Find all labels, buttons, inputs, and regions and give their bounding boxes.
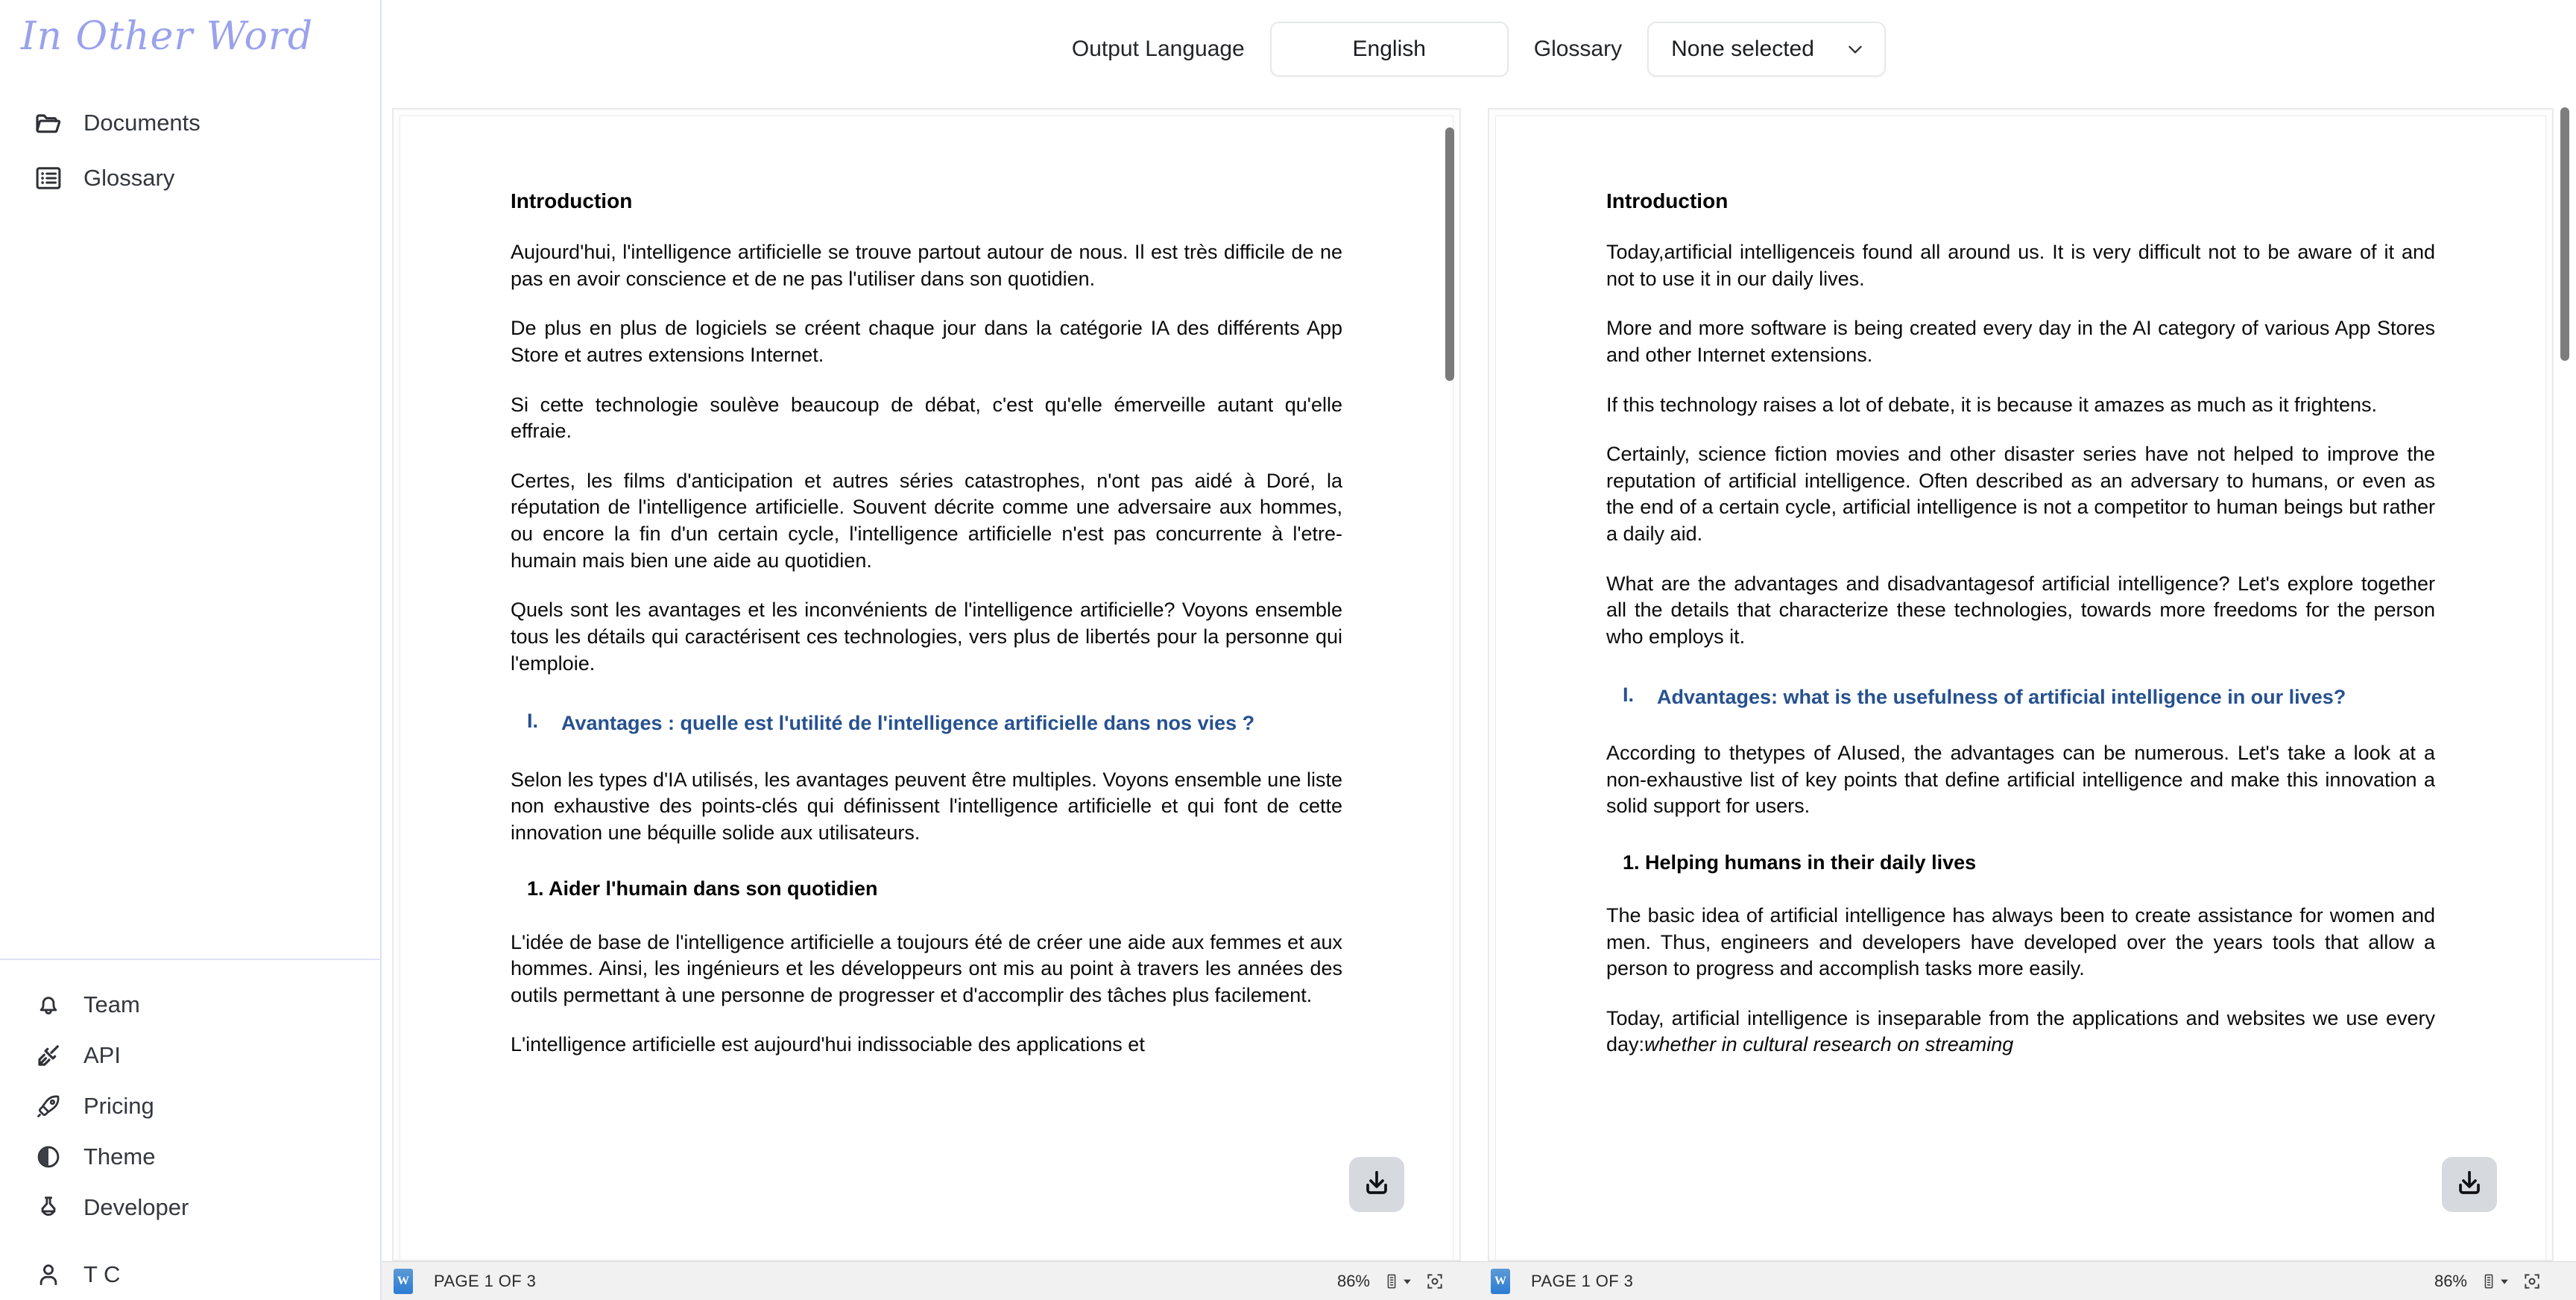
output-language-button[interactable]: English [1270, 22, 1509, 77]
sidebar-item-label: Documents [83, 110, 201, 136]
sidebar-item-label: API [83, 1042, 121, 1069]
target-zoom-level: 86% [2434, 1272, 2467, 1291]
folder-open-icon [33, 107, 64, 139]
main-area: Output Language English Glossary None se… [382, 0, 2576, 1300]
sidebar-item-api[interactable]: API [0, 1030, 380, 1081]
sidebar-item-label: Team [83, 991, 140, 1018]
target-document-page: Introduction Today,artificial intelligen… [1495, 116, 2546, 1261]
list-icon [33, 162, 64, 194]
target-document-pane: Introduction Today,artificial intelligen… [1479, 98, 2576, 1300]
page-view-mode-button[interactable] [2481, 1272, 2509, 1291]
target-status-bar: W PAGE 1 OF 3 86% [1479, 1261, 2576, 1300]
sidebar-item-glossary[interactable]: Glossary [0, 151, 380, 206]
target-document-viewport: Introduction Today,artificial intelligen… [1488, 108, 2554, 1261]
source-doc-paragraph: Si cette technologie soulève beaucoup de… [511, 392, 1342, 445]
target-doc-paragraph: Certainly, science fiction movies and ot… [1606, 441, 2435, 548]
target-doc-last-paragraph: Today, artificial intelligence is insepa… [1606, 1006, 2435, 1058]
download-icon [2455, 1168, 2484, 1202]
sidebar-nav-top: Documents Glossary [0, 95, 380, 206]
brand-logo[interactable]: In Other Word [0, 0, 380, 60]
app-root: In Other Word Documents [0, 0, 2576, 1300]
sidebar-item-label: Pricing [83, 1093, 154, 1120]
section-title: Advantages: what is the usefulness of ar… [1657, 684, 2435, 710]
target-download-button[interactable] [2442, 1157, 2497, 1212]
sidebar-item-label: Glossary [83, 165, 174, 192]
source-doc-paragraph: Aujourd'hui, l'intelligence artificielle… [511, 239, 1342, 292]
fit-page-button[interactable] [1425, 1272, 1445, 1291]
source-doc-paragraph: Quels sont les avantages et les inconvén… [511, 597, 1342, 677]
target-doc-subsection-heading: 1. Helping humans in their daily lives [1623, 850, 2435, 876]
target-doc-heading: Introduction [1606, 188, 2435, 214]
sidebar-nav-bottom: Team API [0, 960, 380, 1300]
document-panes: Introduction Aujourd'hui, l'intelligence… [382, 98, 2576, 1300]
chevron-down-icon [1846, 40, 1865, 59]
sidebar-item-label: Developer [83, 1194, 189, 1221]
glossary-select[interactable]: None selected [1647, 22, 1886, 77]
half-circle-icon [33, 1141, 64, 1173]
source-download-button[interactable] [1349, 1157, 1404, 1212]
source-doc-paragraph: L'intelligence artificielle est aujourd'… [511, 1032, 1342, 1058]
rocket-icon [33, 1091, 64, 1122]
source-doc-paragraph: De plus en plus de logiciels se créent c… [511, 315, 1342, 368]
source-status-bar: W PAGE 1 OF 3 86% [382, 1261, 1479, 1300]
source-document-page: Introduction Aujourd'hui, l'intelligence… [400, 116, 1453, 1261]
word-file-icon: W [1491, 1269, 1510, 1294]
sidebar: In Other Word Documents [0, 0, 382, 1300]
section-number: I. [511, 710, 561, 736]
sidebar-item-user-account[interactable]: T C [0, 1249, 380, 1300]
target-doc-paragraph: What are the advantages and disadvantage… [1606, 571, 2435, 651]
source-doc-paragraph: L'idée de base de l'intelligence artific… [511, 930, 1342, 1009]
target-page-indicator: PAGE 1 OF 3 [1531, 1272, 1633, 1291]
source-document-viewport: Introduction Aujourd'hui, l'intelligence… [392, 108, 1461, 1261]
target-doc-paragraph: More and more software is being created … [1606, 315, 2435, 368]
flask-icon [33, 1192, 64, 1223]
sidebar-item-documents[interactable]: Documents [0, 95, 380, 151]
download-icon [1362, 1168, 1392, 1202]
sidebar-item-pricing[interactable]: Pricing [0, 1081, 380, 1132]
page-scrollbar[interactable] [2557, 98, 2573, 1261]
sidebar-item-label: Theme [83, 1143, 155, 1170]
sidebar-item-label: T C [83, 1261, 120, 1288]
sidebar-item-team[interactable]: Team [0, 979, 380, 1030]
target-doc-section-heading: I. Advantages: what is the usefulness of… [1606, 684, 2435, 710]
target-doc-paragraph: The basic idea of artificial intelligenc… [1606, 903, 2435, 982]
word-file-icon: W [394, 1269, 413, 1294]
source-doc-paragraph: Certes, les films d'anticipation et autr… [511, 468, 1342, 575]
fit-page-button[interactable] [2522, 1272, 2542, 1291]
scrollbar-thumb[interactable] [2560, 107, 2569, 361]
page-view-mode-button[interactable] [1383, 1272, 1412, 1291]
source-doc-paragraph: Selon les types d'IA utilisés, les avant… [511, 767, 1342, 847]
target-last-italic: whether in cultural research on streamin… [1644, 1033, 2013, 1056]
glossary-label: Glossary [1534, 37, 1622, 62]
plug-icon [33, 1040, 64, 1071]
toolbar: Output Language English Glossary None se… [382, 0, 2576, 98]
target-doc-paragraph: If this technology raises a lot of debat… [1606, 392, 2435, 419]
source-document-pane: Introduction Aujourd'hui, l'intelligence… [382, 98, 1479, 1300]
glossary-select-value: None selected [1671, 37, 1814, 62]
source-zoom-level: 86% [1337, 1272, 1370, 1291]
source-page-indicator: PAGE 1 OF 3 [434, 1272, 536, 1291]
source-doc-subsection-heading: 1. Aider l'humain dans son quotidien [527, 876, 1342, 902]
target-doc-paragraph: Today,artificial intelligenceis found al… [1606, 239, 2435, 292]
output-language-label: Output Language [1072, 37, 1245, 62]
sidebar-spacer [0, 206, 380, 959]
source-doc-heading: Introduction [511, 188, 1342, 214]
user-icon [33, 1259, 64, 1290]
target-doc-paragraph: According to thetypes of AIused, the adv… [1606, 740, 2435, 820]
source-doc-section-heading: I. Avantages : quelle est l'utilité de l… [511, 710, 1342, 736]
section-title: Avantages : quelle est l'utilité de l'in… [561, 710, 1342, 736]
scrollbar-thumb[interactable] [1445, 127, 1454, 381]
bell-icon [33, 989, 64, 1020]
source-document-scrollbar[interactable] [1442, 117, 1458, 1260]
sidebar-item-theme[interactable]: Theme [0, 1132, 380, 1182]
sidebar-item-developer[interactable]: Developer [0, 1182, 380, 1233]
section-number: I. [1606, 684, 1657, 710]
